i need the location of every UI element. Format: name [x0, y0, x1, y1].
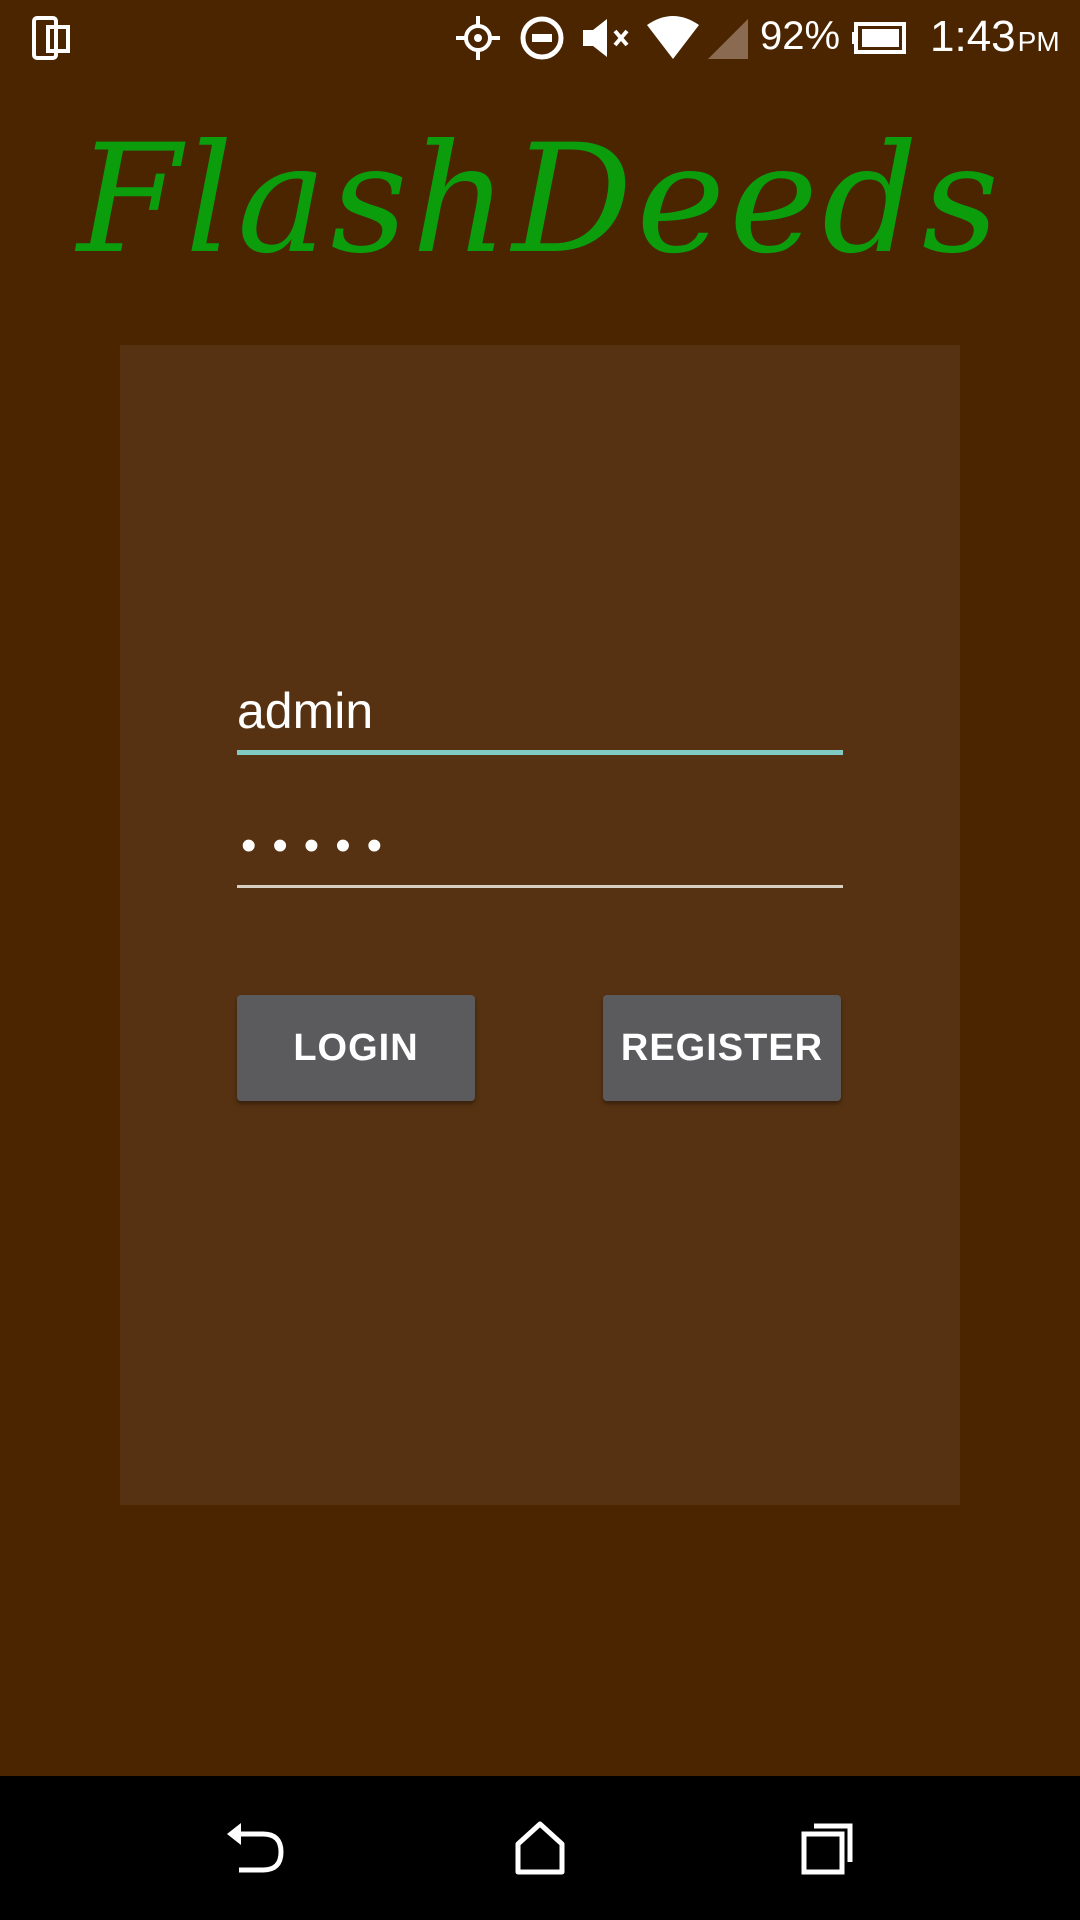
- home-icon[interactable]: [505, 1813, 575, 1883]
- clock-ampm: PM: [1017, 26, 1060, 57]
- recents-icon[interactable]: [793, 1813, 863, 1883]
- app-logo-title: FlashDeeds: [77, 113, 1003, 287]
- gps-icon: [453, 12, 503, 64]
- login-button[interactable]: LOGIN: [237, 995, 475, 1101]
- register-button[interactable]: REGISTER: [603, 995, 841, 1101]
- clock-time: 1:43: [930, 12, 1016, 61]
- do-not-disturb-icon: [518, 12, 566, 64]
- navigation-bar: [0, 1776, 1080, 1920]
- status-bar: 92% 1:43PM: [0, 0, 1080, 75]
- signal-icon: [705, 12, 751, 64]
- username-field[interactable]: admin: [237, 680, 843, 755]
- battery-percent: 92%: [760, 14, 841, 58]
- clock: 1:43PM: [930, 12, 1060, 62]
- mute-icon: [578, 12, 636, 64]
- password-value: •••••: [241, 821, 399, 870]
- username-value: admin: [237, 683, 374, 739]
- password-field[interactable]: •••••: [237, 815, 843, 888]
- wifi-icon: [645, 12, 701, 64]
- screen: 92% 1:43PM FlashDeeds admin ••••• LOGIN …: [0, 0, 1080, 1920]
- battery-icon: [852, 12, 910, 64]
- login-card: admin ••••• LOGIN REGISTER: [120, 345, 960, 1505]
- phone-icon: [30, 12, 72, 64]
- back-icon[interactable]: [220, 1813, 290, 1883]
